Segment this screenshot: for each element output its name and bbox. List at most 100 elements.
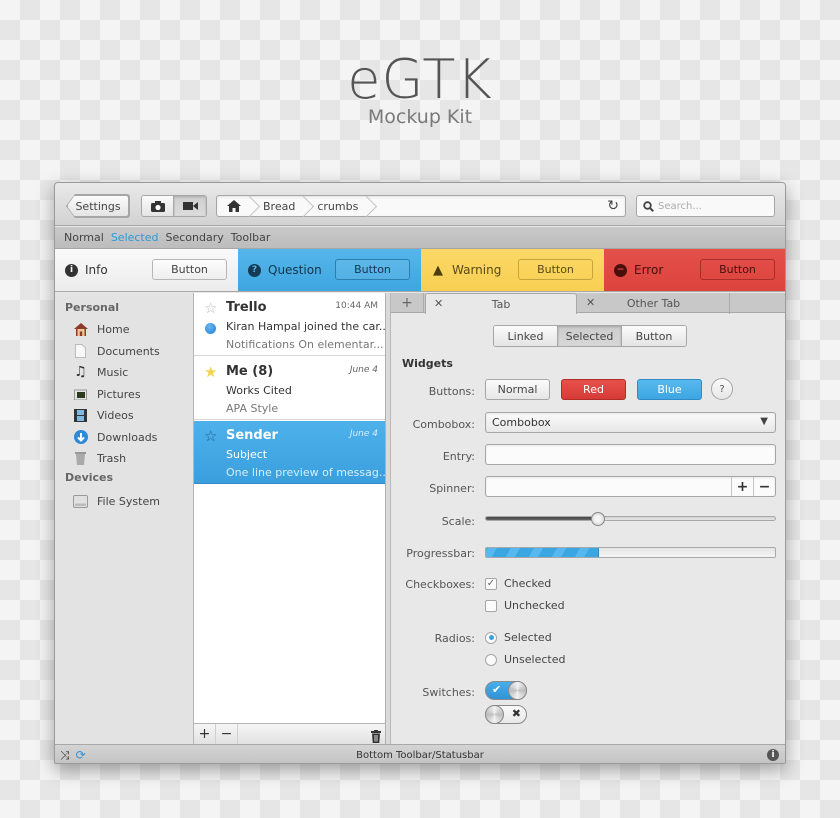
home-icon — [227, 200, 241, 212]
repeat-icon[interactable]: ⟳ — [76, 748, 86, 763]
star-icon[interactable]: ☆ — [204, 427, 217, 445]
blue-button[interactable]: Blue — [637, 379, 702, 400]
search-field[interactable] — [636, 195, 775, 217]
hero-title: eGTK — [347, 48, 493, 111]
tab-active[interactable]: ✕ Tab — [425, 293, 577, 314]
message-item-selected[interactable]: ☆ Sender June 4 Subject One line preview… — [194, 421, 389, 484]
infobar-label: Info — [85, 263, 108, 277]
toolbar-item-toolbar[interactable]: Toolbar — [231, 231, 271, 244]
switch-on[interactable]: ✔ — [485, 681, 527, 700]
checkbox-unchecked[interactable]: Unchecked — [485, 599, 565, 612]
tab-other[interactable]: ✕ Other Tab — [578, 293, 730, 314]
sidebar-item-home[interactable]: Home — [73, 320, 129, 338]
normal-button[interactable]: Normal — [485, 379, 550, 400]
music-icon: ♫ — [74, 364, 87, 380]
checkmark-icon[interactable]: ✓ — [485, 577, 497, 590]
help-button[interactable]: ? — [711, 378, 733, 400]
red-button[interactable]: Red — [561, 379, 626, 400]
sidebar-item-documents[interactable]: Documents — [73, 342, 160, 360]
settings-back-button[interactable]: Settings — [67, 195, 129, 217]
home-icon — [73, 322, 88, 337]
sidebar: Personal Home Documents ♫ Music Pictures… — [55, 293, 194, 744]
message-date: June 4 — [349, 365, 378, 375]
trash-icon — [73, 451, 88, 466]
sidebar-item-music[interactable]: ♫ Music — [73, 363, 128, 381]
shuffle-icon[interactable]: ⤨ — [60, 748, 70, 763]
add-button[interactable]: + — [194, 724, 216, 744]
drive-icon — [73, 494, 88, 509]
sidebar-item-file-system[interactable]: File System — [73, 492, 160, 510]
scale-handle[interactable] — [591, 512, 606, 526]
camera-mode-button[interactable] — [142, 196, 174, 216]
message-subject: Subject — [226, 448, 268, 461]
scale-track[interactable] — [485, 516, 776, 521]
checkbox-box[interactable] — [485, 599, 497, 612]
entry-field[interactable] — [485, 444, 776, 465]
spinner[interactable]: + − — [485, 476, 776, 497]
tab-bar: + ✕ Tab ✕ Other Tab — [391, 293, 785, 314]
message-item[interactable]: ☆ Trello 10:44 AM Kiran Hampal joined th… — [194, 293, 389, 356]
radio-button[interactable] — [485, 653, 497, 666]
document-icon — [73, 344, 88, 359]
toolbar-item-secondary[interactable]: Secondary — [166, 231, 224, 244]
info-icon[interactable]: i — [767, 749, 779, 761]
switch-off[interactable]: ✖ — [485, 705, 527, 724]
video-mode-button[interactable] — [174, 196, 206, 216]
delete-button[interactable] — [371, 726, 381, 746]
checkboxes-label: Checkboxes: — [405, 578, 475, 591]
info-icon: i — [65, 263, 78, 277]
infobar-error-button[interactable]: Button — [700, 259, 775, 280]
infobar-info-button[interactable]: Button — [152, 259, 227, 280]
check-icon: ✔ — [492, 683, 502, 696]
combobox[interactable]: Combobox ▼ — [485, 412, 776, 433]
linked-button-selected[interactable]: Selected — [558, 326, 622, 346]
message-sender: Sender — [226, 428, 278, 443]
spinner-increment-button[interactable]: + — [731, 477, 753, 496]
sidebar-item-downloads[interactable]: Downloads — [73, 428, 157, 446]
radio-selected[interactable]: Selected — [485, 631, 552, 644]
checkbox-checked[interactable]: ✓ Checked — [485, 577, 551, 590]
message-date: June 4 — [349, 429, 378, 439]
videos-icon — [73, 408, 88, 423]
scale-fill — [486, 517, 599, 520]
sidebar-item-videos[interactable]: Videos — [73, 406, 134, 424]
toolbar-item-selected[interactable]: Selected — [111, 231, 159, 244]
breadcrumb-bar[interactable]: Bread crumbs ↻ — [216, 195, 626, 217]
toolbar-item-normal[interactable]: Normal — [64, 231, 104, 244]
switches-label: Switches: — [422, 686, 475, 699]
close-icon[interactable]: ✕ — [586, 296, 595, 309]
sidebar-heading-devices: Devices — [65, 471, 114, 484]
spinner-input[interactable] — [486, 477, 726, 496]
radios-label: Radios: — [434, 632, 475, 645]
breadcrumb-home[interactable] — [217, 196, 253, 216]
remove-button[interactable]: − — [216, 724, 238, 744]
message-item[interactable]: ★ Me (8) June 4 Works Cited APA Style — [194, 357, 385, 420]
infobar-question-button[interactable]: Button — [335, 259, 410, 280]
trash-icon — [371, 729, 381, 743]
statusbar-text: Bottom Toolbar/Statusbar — [356, 749, 484, 761]
search-input[interactable] — [658, 200, 768, 212]
linked-button[interactable]: Linked — [494, 326, 558, 346]
star-icon[interactable]: ☆ — [204, 299, 217, 317]
statusbar: ⤨ ⟳ Bottom Toolbar/Statusbar i — [55, 744, 785, 763]
spinner-decrement-button[interactable]: − — [753, 477, 775, 496]
sidebar-item-pictures[interactable]: Pictures — [73, 385, 141, 403]
infobar-warning-button[interactable]: Button — [518, 259, 593, 280]
breadcrumb-item[interactable]: Bread — [253, 196, 307, 216]
new-tab-button[interactable]: + — [391, 293, 424, 313]
media-mode-switcher — [141, 195, 207, 217]
sidebar-heading-personal: Personal — [65, 301, 120, 314]
breadcrumb-item[interactable]: crumbs — [307, 196, 370, 216]
radio-unselected[interactable]: Unselected — [485, 653, 565, 666]
refresh-icon[interactable]: ↻ — [607, 198, 619, 214]
star-filled-icon[interactable]: ★ — [204, 363, 217, 381]
combobox-label: Combobox: — [412, 418, 475, 431]
x-icon: ✖ — [511, 707, 521, 720]
entry-input[interactable] — [486, 445, 775, 464]
sidebar-item-trash[interactable]: Trash — [73, 449, 126, 467]
unread-dot-icon — [205, 323, 216, 334]
close-icon[interactable]: ✕ — [434, 297, 443, 310]
linked-button[interactable]: Button — [622, 326, 686, 346]
header-bar: Settings Bread crumbs ↻ — [55, 183, 785, 226]
radio-button[interactable] — [485, 631, 497, 644]
